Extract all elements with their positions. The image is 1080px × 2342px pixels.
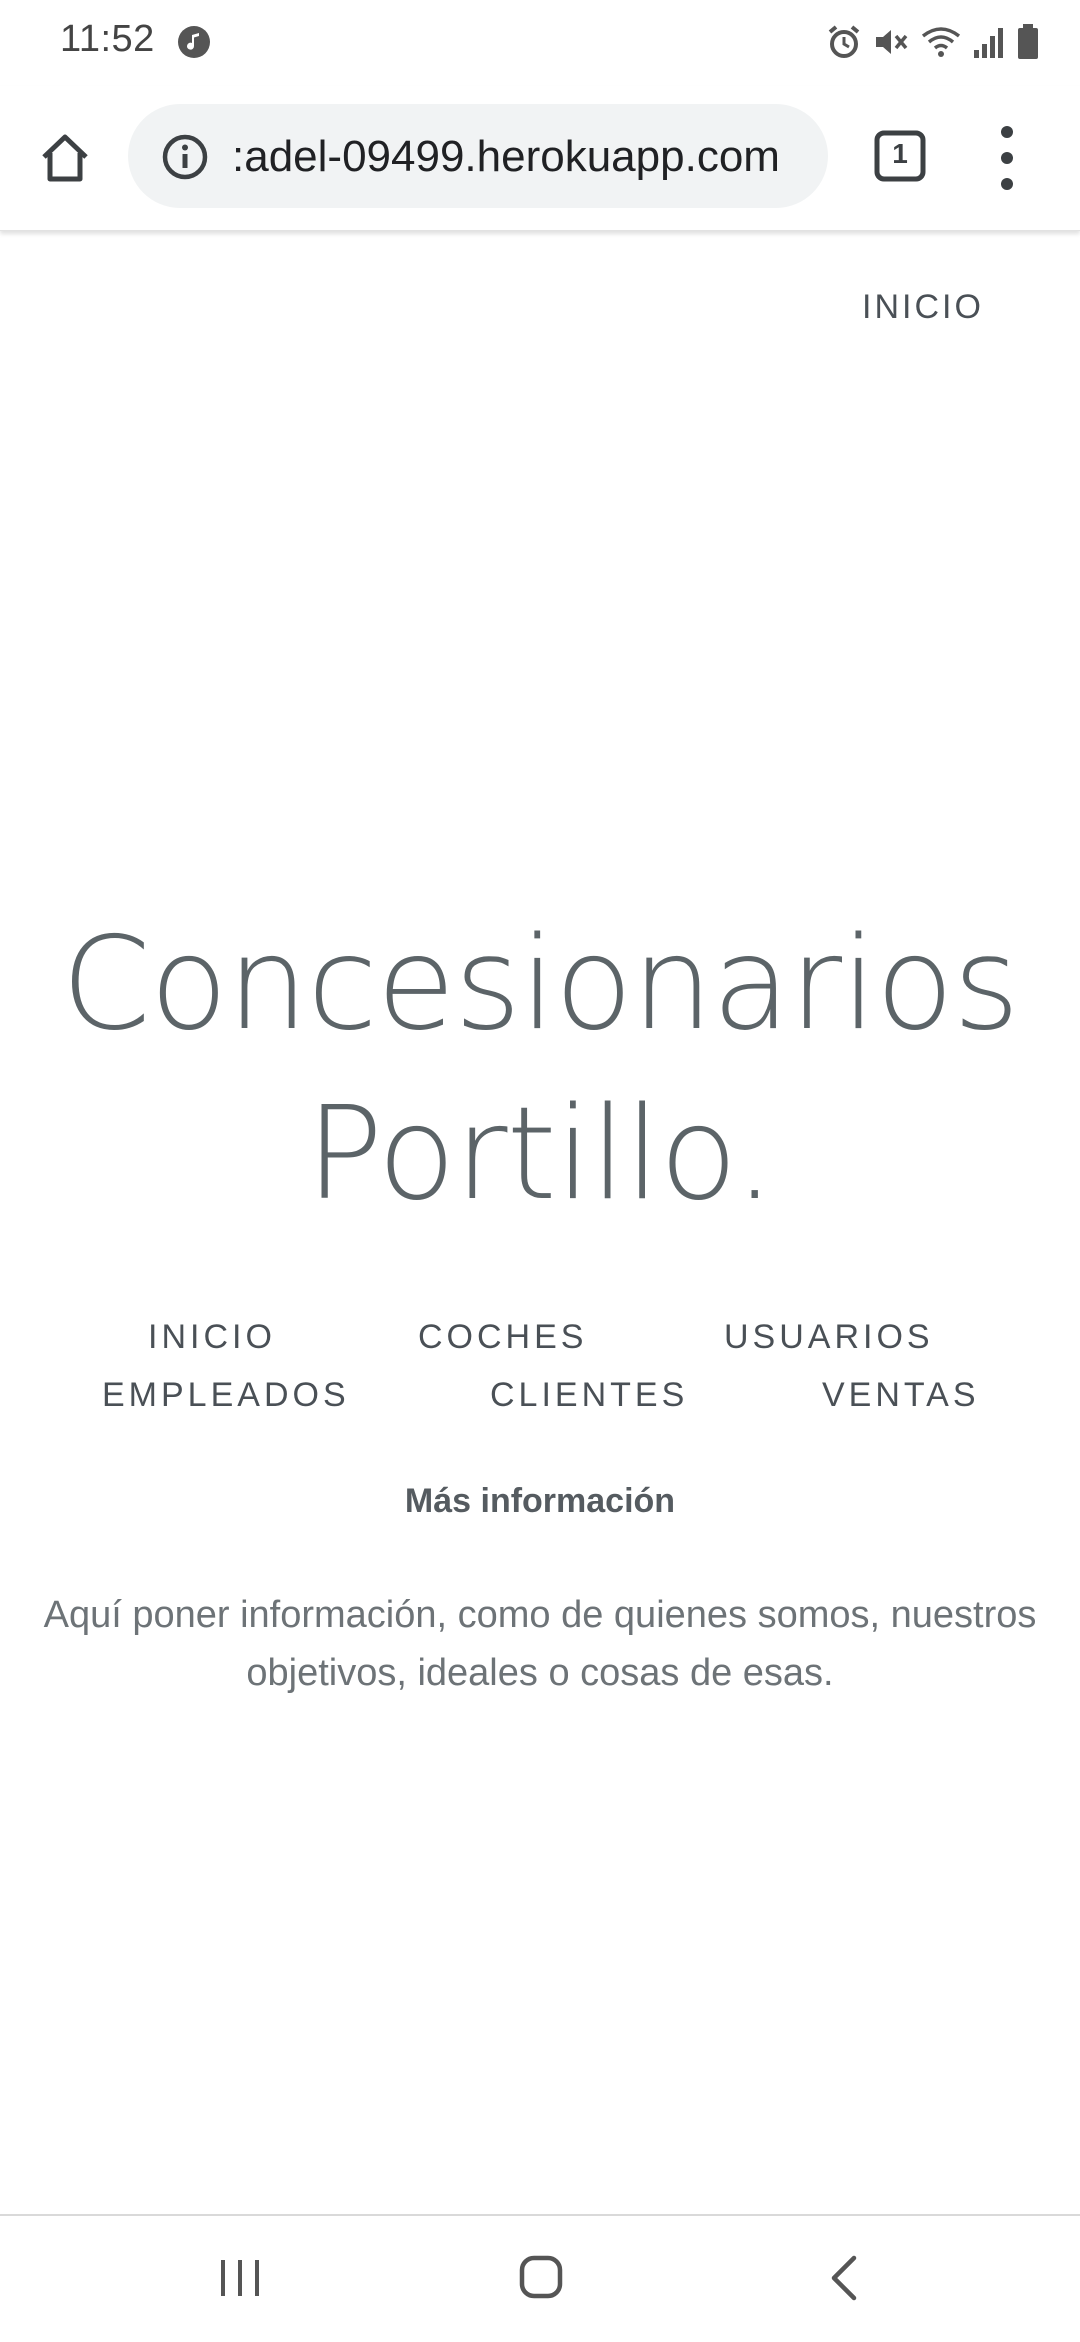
wifi-icon [921, 27, 961, 57]
nav-usuarios-link[interactable]: USUARIOS [724, 1318, 934, 1357]
title-line-2: Portillo. [305, 1080, 775, 1229]
browser-home-button[interactable] [30, 123, 100, 193]
android-home-icon[interactable] [518, 2254, 564, 2300]
more-info-heading: Más información [404, 1482, 676, 1520]
mute-icon [876, 30, 908, 54]
description-line-1: Aquí poner información, como de quienes … [43, 1594, 1037, 1636]
url-text[interactable]: :adel-09499.herokuapp.com [232, 132, 812, 182]
recent-apps-icon[interactable] [218, 2256, 262, 2300]
android-navigation-bar [0, 2214, 1080, 2342]
browser-menu-button[interactable] [985, 126, 1029, 190]
music-note-icon [178, 26, 210, 58]
browser-toolbar: :adel-09499.herokuapp.com 1 [0, 86, 1080, 231]
page-title: Concesionarios Portillo. [0, 900, 1080, 1240]
back-icon[interactable] [826, 2254, 862, 2302]
menu-dot [1001, 152, 1013, 164]
top-nav-inicio-link[interactable]: INICIO [862, 288, 984, 327]
status-icons [826, 20, 1040, 64]
description-line-2: objetivos, ideales o cosas de esas. [246, 1652, 834, 1694]
tab-switcher-button[interactable]: 1 [874, 130, 926, 182]
battery-icon [1018, 24, 1038, 59]
url-bar[interactable]: :adel-09499.herokuapp.com [128, 104, 828, 208]
title-line-1: Concesionarios [61, 910, 1019, 1059]
home-icon [42, 134, 88, 182]
nav-coches-link[interactable]: COCHES [418, 1318, 587, 1357]
tab-count: 1 [892, 138, 908, 169]
alarm-icon [828, 25, 860, 58]
nav-empleados-link[interactable]: EMPLEADOS [102, 1376, 350, 1415]
status-bar: 11:52 [0, 0, 1080, 86]
menu-dot [1001, 178, 1013, 190]
info-icon[interactable] [162, 134, 208, 180]
status-time: 11:52 [60, 18, 155, 60]
nav-ventas-link[interactable]: VENTAS [822, 1376, 980, 1415]
nav-inicio-link[interactable]: INICIO [148, 1318, 276, 1357]
signal-icon [974, 28, 1003, 58]
nav-clientes-link[interactable]: CLIENTES [490, 1376, 688, 1415]
description-text: Aquí poner información, como de quienes … [0, 1586, 1080, 1702]
menu-dot [1001, 126, 1013, 138]
